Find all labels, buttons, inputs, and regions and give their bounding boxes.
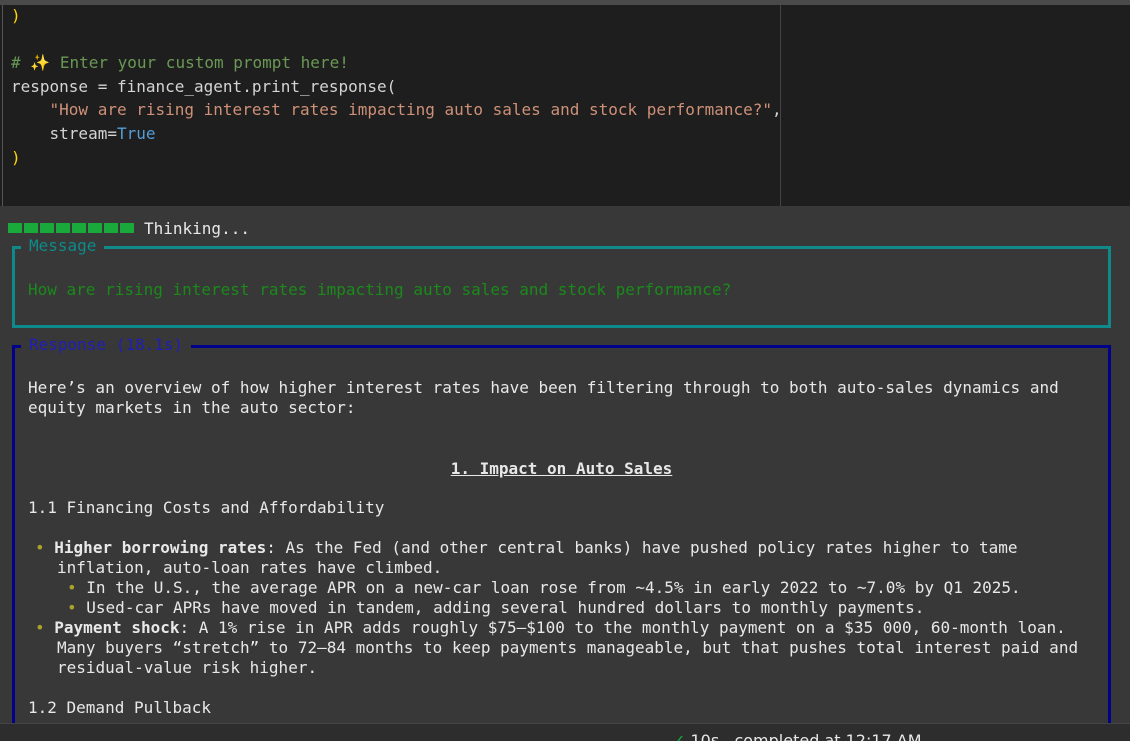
code-line: ) — [11, 148, 21, 168]
bullet-icon: • — [35, 618, 45, 637]
bullet-continuation: residual-value risk higher. — [57, 658, 318, 677]
sub-bullet-text: Used-car APRs have moved in tandem, addi… — [86, 598, 925, 617]
bullet-icon: • — [35, 538, 45, 557]
closing-paren: ) — [11, 148, 21, 167]
stream-value: True — [116, 124, 156, 143]
bullet-bold-label: Payment shock — [54, 618, 180, 637]
bullet-icon: • — [67, 578, 77, 597]
assign-statement: response = finance_agent.print_response( — [11, 77, 397, 96]
subsection-heading: 1.2 Demand Pullback — [28, 698, 212, 717]
bullet-bold-label: Higher borrowing rates — [54, 538, 267, 557]
comment-hash: # — [11, 53, 21, 72]
message-panel: Message How are rising interest rates im… — [12, 236, 1111, 328]
code-comment-line: # ✨ Enter your custom prompt here! — [11, 53, 349, 73]
response-panel-title: Response (18.1s) — [21, 335, 192, 355]
status-bar: ✓ 10s completed at 12:17 AM — [0, 723, 1130, 741]
thinking-label: Thinking... — [144, 218, 250, 238]
code-editor[interactable]: ) # ✨ Enter your custom prompt here! res… — [2, 5, 781, 206]
bullet-continuation: Many buyers “stretch” to 72–84 months to… — [57, 638, 1079, 657]
bullet-continuation: inflation, auto-loan rates have climbed. — [57, 558, 443, 577]
message-panel-title: Message — [21, 236, 105, 256]
bullet-text: : As the Fed (and other central banks) h… — [266, 538, 1018, 557]
sub-list-item: • Used-car APRs have moved in tandem, ad… — [67, 598, 924, 618]
list-item: • Higher borrowing rates: As the Fed (an… — [35, 538, 1018, 558]
intro-line: equity markets in the auto sector: — [28, 398, 356, 417]
code-line: stream=True — [11, 124, 156, 144]
closing-paren: ) — [11, 6, 21, 25]
comma: , — [772, 100, 781, 119]
code-line: "How are rising interest rates impacting… — [11, 100, 781, 120]
bullet-text: : A 1% rise in APR adds roughly $75–$100… — [179, 618, 1066, 637]
comment-text: Enter your custom prompt here! — [59, 53, 349, 72]
list-item: • Payment shock: A 1% rise in APR adds r… — [35, 618, 1066, 638]
subsection-heading: 1.1 Financing Costs and Affordability — [28, 498, 385, 517]
cell-output: Thinking... Message How are rising inter… — [0, 206, 1130, 723]
section-heading: 1. Impact on Auto Sales — [450, 459, 673, 478]
prompt-string: "How are rising interest rates impacting… — [49, 100, 772, 119]
thinking-indicator: Thinking... — [8, 218, 250, 238]
sub-list-item: • In the U.S., the average APR on a new-… — [67, 578, 1021, 598]
progress-bar — [8, 223, 134, 233]
sub-bullet-text: In the U.S., the average APR on a new-ca… — [86, 578, 1021, 597]
bullet-icon: • — [67, 598, 77, 617]
code-line: response = finance_agent.print_response( — [11, 77, 396, 97]
intro-line: Here’s an overview of how higher interes… — [28, 378, 1059, 397]
response-panel: Response (18.1s) Here’s an overview of h… — [12, 335, 1111, 723]
sparkle-icon: ✨ — [30, 53, 51, 72]
code-line: ) — [11, 6, 21, 26]
code-cell[interactable]: ) # ✨ Enter your custom prompt here! res… — [0, 0, 1130, 206]
message-text: How are rising interest rates impacting … — [28, 280, 732, 299]
stream-kwarg: stream= — [49, 124, 117, 143]
